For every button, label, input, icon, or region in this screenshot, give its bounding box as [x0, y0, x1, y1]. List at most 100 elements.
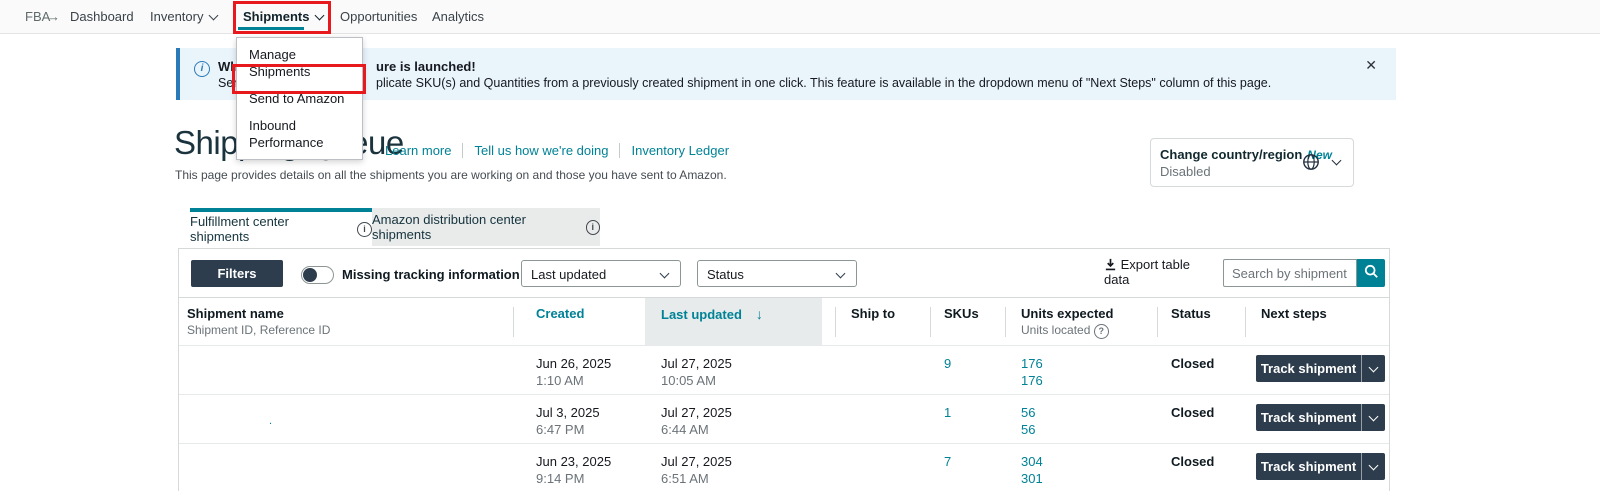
info-icon: i — [194, 61, 210, 77]
nav-item-shipments[interactable]: Shipments — [243, 9, 325, 24]
col-header-skus: SKUs — [944, 306, 979, 321]
units-located-link[interactable]: 176 — [1021, 373, 1043, 388]
chevron-down-icon — [1368, 460, 1379, 470]
search-icon — [1364, 264, 1378, 278]
units-expected-link[interactable]: 176 — [1021, 356, 1043, 371]
globe-icon — [1303, 154, 1319, 170]
updated-date: Jul 27, 2025 — [661, 454, 732, 469]
shipments-dropdown-menu: Manage Shipments Send to Amazon Inbound … — [236, 37, 363, 160]
units-expected-link[interactable]: 56 — [1021, 405, 1035, 420]
next-steps-dropdown-button[interactable] — [1362, 453, 1385, 480]
chevron-down-icon — [835, 268, 846, 279]
chevron-down-icon — [1368, 411, 1379, 421]
track-shipment-split-button: Track shipment — [1256, 355, 1385, 382]
skus-link[interactable]: 1 — [944, 405, 951, 420]
col-header-status: Status — [1171, 306, 1211, 321]
header-links: Learn more Tell us how we're doing Inven… — [385, 143, 729, 158]
status-value: Closed — [1171, 356, 1215, 371]
status-select[interactable]: Status — [697, 260, 857, 287]
menu-item-inbound-performance[interactable]: Inbound Performance — [237, 112, 362, 156]
units-expected-link[interactable]: 304 — [1021, 454, 1043, 469]
created-time: 6:47 PM — [536, 422, 585, 437]
next-steps-dropdown-button[interactable] — [1362, 404, 1385, 431]
col-header-created[interactable]: Created — [536, 306, 584, 321]
col-header-next-steps: Next steps — [1261, 306, 1327, 321]
status-value: Closed — [1171, 454, 1215, 469]
track-shipment-button[interactable]: Track shipment — [1256, 355, 1362, 382]
tab-amazon-distribution-center-shipments[interactable]: Amazon distribution center shipments i — [372, 208, 600, 246]
active-nav-underline — [238, 27, 304, 30]
table-header: Shipment name Shipment ID, Reference ID … — [179, 297, 1389, 346]
search-input[interactable] — [1223, 259, 1357, 287]
inventory-ledger-link[interactable]: Inventory Ledger — [631, 143, 729, 158]
missing-tracking-toggle-label: Missing tracking information only — [342, 267, 551, 282]
table-body: Jun 26, 2025 1:10 AM Jul 27, 2025 10:05 … — [179, 345, 1389, 491]
table-row: Jun 23, 2025 9:14 PM Jul 27, 2025 6:51 A… — [179, 443, 1389, 491]
toggle-knob — [303, 268, 317, 282]
nav-item-dashboard[interactable]: Dashboard — [70, 9, 134, 24]
filters-button[interactable]: Filters — [191, 260, 283, 287]
info-icon: i — [585, 219, 600, 235]
col-header-shipment-name: Shipment name — [187, 306, 284, 321]
page-subtitle: This page provides details on all the sh… — [175, 168, 727, 182]
nav-item-analytics[interactable]: Analytics — [432, 9, 484, 24]
created-date: Jun 26, 2025 — [536, 356, 612, 371]
track-shipment-button[interactable]: Track shipment — [1256, 404, 1362, 431]
col-header-ship-to: Ship to — [851, 306, 896, 321]
col-header-last-updated[interactable]: Last updated ↓ — [661, 306, 763, 322]
sort-select[interactable]: Last updated — [521, 260, 681, 287]
units-located-link[interactable]: 301 — [1021, 471, 1043, 486]
shipment-name-fragment: . — [269, 415, 273, 427]
nav-item-opportunities[interactable]: Opportunities — [340, 9, 417, 24]
banner-title-fragment-right: ure is launched! — [376, 59, 476, 74]
col-subheader-units-located: Units located ? — [1021, 323, 1109, 339]
missing-tracking-toggle[interactable] — [301, 266, 334, 284]
search-button[interactable] — [1357, 259, 1385, 287]
banner-body-fragment-right: plicate SKU(s) and Quantities from a pre… — [376, 76, 1272, 90]
updated-date: Jul 27, 2025 — [661, 405, 732, 420]
close-icon[interactable]: ✕ — [1365, 57, 1377, 74]
download-icon — [1105, 258, 1116, 271]
track-shipment-split-button: Track shipment — [1256, 404, 1385, 431]
feedback-link[interactable]: Tell us how we're doing — [474, 143, 608, 158]
updated-date: Jul 27, 2025 — [661, 356, 732, 371]
export-table-data-button[interactable]: Export table data — [1104, 257, 1200, 287]
breadcrumb-arrow-icon: → — [47, 9, 60, 24]
chevron-down-icon — [659, 268, 670, 279]
table-row: Jun 26, 2025 1:10 AM Jul 27, 2025 10:05 … — [179, 345, 1389, 394]
chevron-down-icon — [1368, 362, 1379, 372]
created-date: Jun 23, 2025 — [536, 454, 612, 469]
divider — [462, 143, 464, 158]
chevron-down-icon — [1331, 155, 1342, 166]
menu-item-manage-shipments[interactable]: Manage Shipments — [237, 41, 362, 85]
created-time: 9:14 PM — [536, 471, 585, 486]
country-widget-label: Change country/region — [1160, 147, 1303, 162]
chevron-down-icon — [315, 10, 325, 21]
col-subheader-shipment-id: Shipment ID, Reference ID — [187, 323, 331, 337]
change-country-region-widget[interactable]: Change country/region New Disabled — [1150, 138, 1354, 187]
units-located-link[interactable]: 56 — [1021, 422, 1035, 437]
shipments-panel: Filters Missing tracking information onl… — [178, 248, 1390, 491]
info-icon: i — [357, 221, 372, 237]
chevron-down-icon — [209, 10, 219, 21]
updated-time: 6:51 AM — [661, 471, 709, 486]
updated-time: 10:05 AM — [661, 373, 716, 388]
created-date: Jul 3, 2025 — [536, 405, 600, 420]
track-shipment-button[interactable]: Track shipment — [1256, 453, 1362, 480]
nav-item-inventory[interactable]: Inventory — [150, 9, 219, 24]
table-row: . Jul 3, 2025 6:47 PM Jul 27, 2025 6:44 … — [179, 394, 1389, 443]
shipping-queue-page: FBA → Dashboard Inventory Shipments Oppo… — [0, 0, 1600, 491]
updated-time: 6:44 AM — [661, 422, 709, 437]
country-widget-status: Disabled — [1160, 164, 1211, 179]
status-value: Closed — [1171, 405, 1215, 420]
help-icon[interactable]: ? — [1093, 324, 1109, 339]
tab-fulfillment-center-shipments[interactable]: Fulfillment center shipments i — [190, 208, 372, 246]
top-nav: FBA → Dashboard Inventory Shipments Oppo… — [0, 0, 1600, 34]
divider — [619, 143, 621, 158]
learn-more-link[interactable]: Learn more — [385, 143, 451, 158]
next-steps-dropdown-button[interactable] — [1362, 355, 1385, 382]
skus-link[interactable]: 9 — [944, 356, 951, 371]
menu-item-send-to-amazon[interactable]: Send to Amazon — [237, 85, 362, 112]
skus-link[interactable]: 7 — [944, 454, 951, 469]
track-shipment-split-button: Track shipment — [1256, 453, 1385, 480]
